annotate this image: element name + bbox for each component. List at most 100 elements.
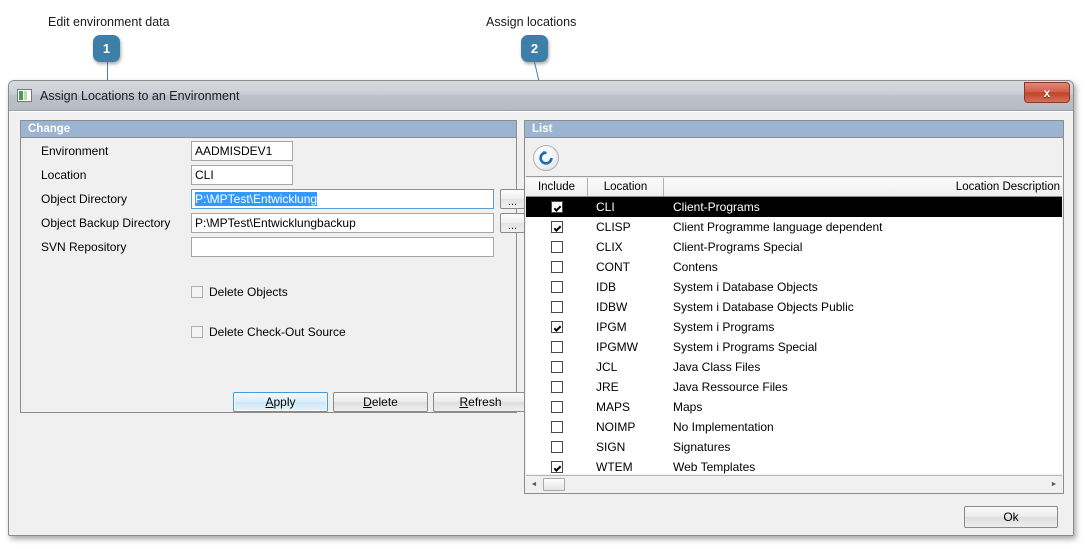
ok-button[interactable]: Ok: [964, 506, 1058, 528]
table-cell-location: IPGM: [596, 320, 627, 334]
table-cell-location-description: Contens: [673, 260, 718, 274]
row-include-checkbox[interactable]: [551, 361, 563, 373]
object-directory-browse-button[interactable]: ...: [500, 189, 525, 209]
object-directory-input[interactable]: P:\MPTest\Entwicklung: [191, 189, 494, 209]
table-cell-include: [526, 361, 588, 373]
table-cell-include: [526, 381, 588, 393]
delete-checkout-source-checkbox-row[interactable]: Delete Check-Out Source: [191, 325, 346, 339]
table-row[interactable]: JCL Java Class Files: [526, 357, 1062, 377]
table-cell-location-description: Java Ressource Files: [673, 380, 788, 394]
delete-mnemonic: D: [363, 395, 372, 409]
table-cell-include: [526, 281, 588, 293]
table-row[interactable]: IPGMW System i Programs Special: [526, 337, 1062, 357]
object-directory-selected-text: P:\MPTest\Entwicklung: [195, 192, 318, 206]
horizontal-scrollbar[interactable]: ◄ ►: [526, 475, 1062, 492]
label-environment: Environment: [41, 144, 109, 158]
callout-badge-1: 1: [93, 35, 120, 62]
row-include-checkbox[interactable]: [551, 401, 563, 413]
table-row[interactable]: CLI Client-Programs: [526, 197, 1062, 217]
list-panel: List Include Location Location Descripti…: [524, 120, 1064, 494]
table-cell-location: IDB: [596, 280, 617, 294]
table-cell-location-description: System i Database Objects Public: [673, 300, 854, 314]
row-include-checkbox[interactable]: [551, 261, 563, 273]
form-row-svn-repository: SVN Repository: [41, 237, 494, 257]
table-cell-location-description: System i Programs Special: [673, 340, 818, 354]
table-cell-location: IDBW: [596, 300, 628, 314]
row-include-checkbox[interactable]: [551, 421, 563, 433]
table-row[interactable]: IDB System i Database Objects: [526, 277, 1062, 297]
row-include-checkbox[interactable]: [551, 461, 563, 473]
dialog-window: Assign Locations to an Environment x Cha…: [8, 80, 1074, 536]
table-cell-include: [526, 441, 588, 453]
close-icon[interactable]: x: [1024, 82, 1070, 103]
table-cell-location: WTEM: [596, 460, 633, 474]
table-row[interactable]: CONT Contens: [526, 257, 1062, 277]
row-include-checkbox[interactable]: [551, 301, 563, 313]
table-cell-location: IPGMW: [596, 340, 638, 354]
delete-checkout-source-checkbox[interactable]: [191, 326, 203, 338]
delete-button[interactable]: Delete: [333, 392, 428, 412]
table-cell-location-description: Client Programme language dependent: [673, 220, 883, 234]
table-cell-location: NOIMP: [596, 420, 636, 434]
table-cell-location-description: Maps: [673, 400, 703, 414]
table-cell-location-description: Java Class Files: [673, 360, 761, 374]
row-include-checkbox[interactable]: [551, 281, 563, 293]
table-cell-location: CLI: [596, 200, 615, 214]
delete-objects-checkbox-row[interactable]: Delete Objects: [191, 285, 288, 299]
column-header-location[interactable]: Location: [588, 178, 664, 196]
table-row[interactable]: CLISP Client Programme language dependent: [526, 217, 1062, 237]
scroll-left-arrow-icon[interactable]: ◄: [526, 477, 542, 492]
table-cell-location-description: Web Templates: [673, 460, 756, 474]
table-row[interactable]: IDBW System i Database Objects Public: [526, 297, 1062, 317]
form-row-object-backup-directory: Object Backup Directory P:\MPTest\Entwic…: [41, 213, 525, 233]
table-cell-location-description: Client-Programs: [673, 200, 760, 214]
row-include-checkbox[interactable]: [551, 321, 563, 333]
scrollbar-thumb[interactable]: [543, 477, 565, 491]
object-backup-directory-input[interactable]: P:\MPTest\Entwicklungbackup: [191, 213, 494, 233]
row-include-checkbox[interactable]: [551, 201, 563, 213]
table-row[interactable]: JRE Java Ressource Files: [526, 377, 1062, 397]
row-include-checkbox[interactable]: [551, 241, 563, 253]
change-panel-header: Change: [21, 121, 516, 138]
table-cell-location: MAPS: [596, 400, 631, 414]
svn-repository-input[interactable]: [191, 237, 494, 257]
callout-label-2: Assign locations: [486, 15, 577, 29]
app-icon: [17, 89, 32, 102]
refresh-icon[interactable]: [533, 144, 559, 171]
list-toolbar: [526, 139, 1062, 177]
row-include-checkbox[interactable]: [551, 221, 563, 233]
table-cell-include: [526, 301, 588, 313]
table-cell-include: [526, 241, 588, 253]
apply-button[interactable]: Apply: [233, 392, 328, 412]
label-object-backup-directory: Object Backup Directory: [41, 216, 171, 230]
dialog-body: Change Environment AADMISDEV1 Location C…: [9, 111, 1073, 535]
environment-input[interactable]: AADMISDEV1: [191, 141, 293, 161]
row-include-checkbox[interactable]: [551, 381, 563, 393]
column-header-location-description[interactable]: Location Description: [664, 178, 1062, 196]
column-header-include[interactable]: Include: [526, 178, 588, 196]
row-include-checkbox[interactable]: [551, 341, 563, 353]
delete-objects-checkbox[interactable]: [191, 286, 203, 298]
refresh-button[interactable]: Refresh: [433, 392, 528, 412]
table-row[interactable]: WTEM Web Templates: [526, 457, 1062, 474]
table-row[interactable]: SIGN Signatures: [526, 437, 1062, 457]
table-cell-location-description: System i Programs: [673, 320, 775, 334]
apply-mnemonic: A: [265, 395, 274, 409]
window-title: Assign Locations to an Environment: [40, 88, 240, 103]
table-row[interactable]: NOIMP No Implementation: [526, 417, 1062, 437]
table-cell-include: [526, 261, 588, 273]
form-row-location: Location CLI: [41, 165, 293, 185]
location-input[interactable]: CLI: [191, 165, 293, 185]
table-cell-include: [526, 341, 588, 353]
table-cell-location-description: System i Database Objects: [673, 280, 818, 294]
row-include-checkbox[interactable]: [551, 441, 563, 453]
callout-label-1: Edit environment data: [48, 15, 170, 29]
table-cell-include: [526, 461, 588, 473]
table-row[interactable]: IPGM System i Programs: [526, 317, 1062, 337]
table-row[interactable]: CLIX Client-Programs Special: [526, 237, 1062, 257]
delete-objects-label: Delete Objects: [209, 285, 288, 299]
table-row[interactable]: MAPS Maps: [526, 397, 1062, 417]
scroll-right-arrow-icon[interactable]: ►: [1046, 477, 1062, 492]
object-backup-directory-browse-button[interactable]: ...: [500, 213, 525, 233]
table-cell-include: [526, 421, 588, 433]
